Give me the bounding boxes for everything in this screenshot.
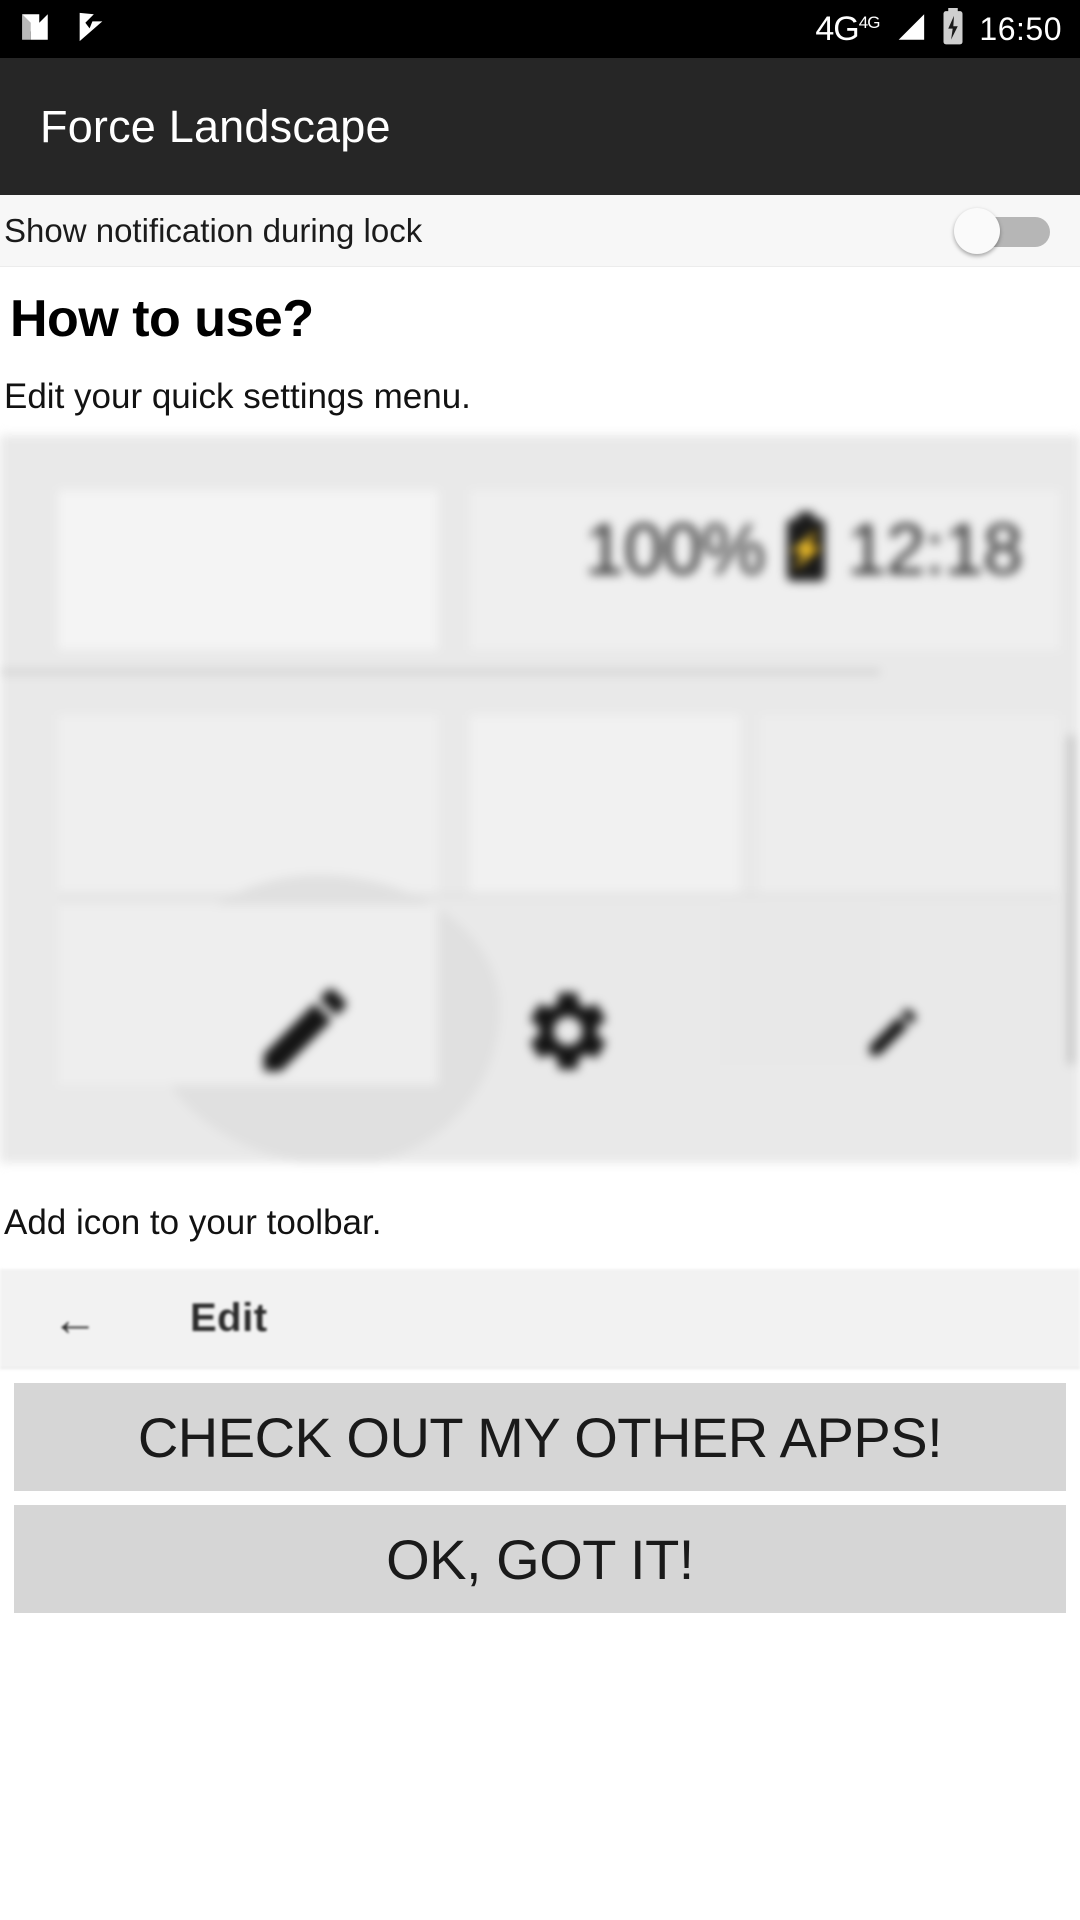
edit-toolbar-screenshot: ← Edit — [0, 1269, 1080, 1369]
switch-thumb — [954, 207, 1000, 254]
status-bar: 4G 4G 16:50 — [0, 0, 1080, 58]
status-bar-clock: 16:50 — [979, 10, 1062, 47]
qs-battery-percent: 100% — [584, 510, 766, 590]
android-n-icon — [18, 10, 52, 49]
screenshot-body: 100% 12:18 — [0, 435, 1080, 1163]
step-one-text: Edit your quick settings menu. — [4, 377, 471, 416]
app-bar: Force Landscape — [0, 58, 1080, 195]
status-bar-left-icons — [18, 10, 108, 49]
qs-status-line: 100% 12:18 — [492, 495, 1023, 605]
ok-got-it-button[interactable]: OK, GOT IT! — [14, 1505, 1066, 1613]
qs-clock: 12:18 — [846, 510, 1023, 590]
arrow-left-icon[interactable]: ← — [52, 1296, 98, 1342]
qs-tile-divider — [58, 893, 1058, 899]
screenshot-scrollbar[interactable] — [1068, 735, 1074, 1065]
pencil-edit-icon[interactable] — [250, 975, 360, 1090]
status-bar-right-icons: 4G 4G 16:50 — [815, 7, 1062, 51]
page-title: Force Landscape — [40, 100, 391, 152]
app-screen: 4G 4G 16:50 Force Landscape Show notifica… — [0, 0, 1080, 1920]
battery-charging-icon — [941, 7, 965, 51]
howto-heading: How to use? — [10, 290, 314, 348]
qs-tile — [470, 715, 740, 895]
gear-settings-icon[interactable] — [520, 983, 616, 1084]
battery-charging-icon — [786, 519, 825, 581]
check-other-apps-button[interactable]: CHECK OUT MY OTHER APPS! — [14, 1383, 1066, 1491]
show-notification-label: Show notification during lock — [4, 211, 423, 249]
network-type-label: 4G 4G — [815, 10, 880, 48]
quick-settings-screenshot: 100% 12:18 — [0, 435, 1080, 1163]
app-check-flag-icon — [74, 10, 108, 49]
show-notification-row[interactable]: Show notification during lock — [0, 195, 1080, 267]
pencil-small-icon[interactable] — [862, 1001, 924, 1068]
signal-bars-icon — [893, 10, 927, 49]
step-two-text: Add icon to your toolbar. — [4, 1203, 382, 1242]
howto-content: How to use? Edit your quick settings men… — [0, 267, 1080, 1613]
edit-toolbar-title: Edit — [190, 1296, 268, 1340]
qs-panel-left — [58, 490, 438, 650]
qs-tile — [58, 715, 438, 895]
qs-tile — [760, 715, 1060, 895]
qs-divider — [0, 670, 880, 674]
show-notification-switch[interactable] — [954, 207, 1050, 254]
qs-icon-row — [0, 955, 1080, 1125]
